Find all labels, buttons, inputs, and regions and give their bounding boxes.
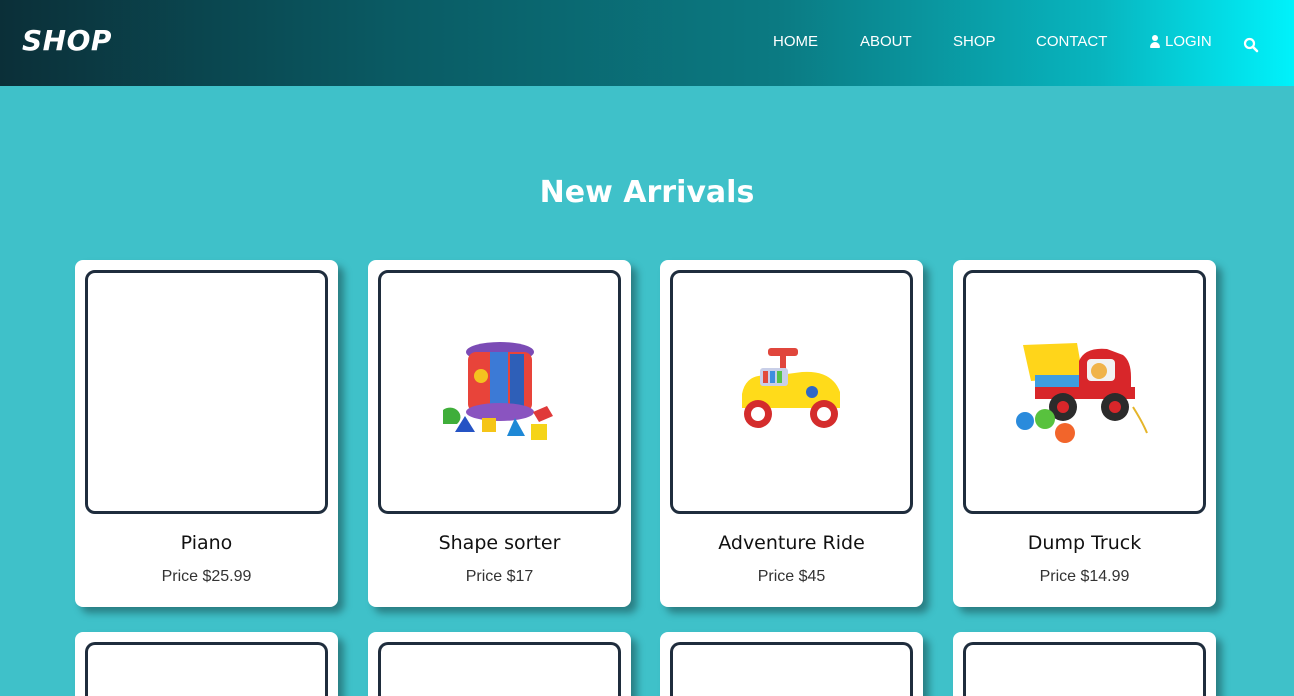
- brand-logo[interactable]: SHOP: [22, 24, 112, 57]
- product-image[interactable]: [378, 642, 621, 696]
- product-card[interactable]: [368, 632, 631, 696]
- product-name: Dump Truck: [1027, 532, 1142, 554]
- product-image[interactable]: [963, 270, 1206, 514]
- shape-sorter-image: [442, 342, 553, 440]
- nav-login[interactable]: LOGIN: [1149, 33, 1212, 50]
- section-title: New Arrivals: [539, 175, 755, 210]
- nav-shop[interactable]: SHOP: [953, 33, 996, 50]
- product-price: Price $25.99: [161, 568, 252, 585]
- product-card[interactable]: Adventure Ride Price $45: [660, 260, 923, 607]
- product-price: Price $45: [757, 568, 826, 585]
- product-image[interactable]: [670, 642, 913, 696]
- search-icon[interactable]: [1243, 37, 1259, 53]
- product-image[interactable]: [670, 270, 913, 514]
- product-name: Adventure Ride: [718, 532, 865, 554]
- product-name: Shape sorter: [438, 532, 561, 554]
- nav-home[interactable]: HOME: [773, 33, 818, 50]
- nav-login-label: LOGIN: [1165, 33, 1212, 50]
- product-image[interactable]: [85, 642, 328, 696]
- product-price: Price $17: [465, 568, 534, 585]
- product-price: Price $14.99: [1039, 568, 1130, 585]
- dump-truck-image: [1015, 343, 1148, 443]
- product-image[interactable]: [85, 270, 328, 514]
- product-card[interactable]: Dump Truck Price $14.99: [953, 260, 1216, 607]
- top-navbar: SHOP HOME ABOUT SHOP CONTACT LOGIN: [0, 0, 1294, 86]
- ride-on-car-image: [741, 348, 840, 428]
- product-image[interactable]: [378, 270, 621, 514]
- product-card[interactable]: [660, 632, 923, 696]
- product-image[interactable]: [963, 642, 1206, 696]
- product-name: Piano: [180, 532, 233, 554]
- product-card[interactable]: Piano Price $25.99: [75, 260, 338, 607]
- product-card[interactable]: [75, 632, 338, 696]
- nav-contact[interactable]: CONTACT: [1036, 33, 1107, 50]
- user-icon: [1149, 34, 1161, 49]
- product-card[interactable]: [953, 632, 1216, 696]
- product-card[interactable]: Shape sorter Price $17: [368, 260, 631, 607]
- nav-about[interactable]: ABOUT: [860, 33, 912, 50]
